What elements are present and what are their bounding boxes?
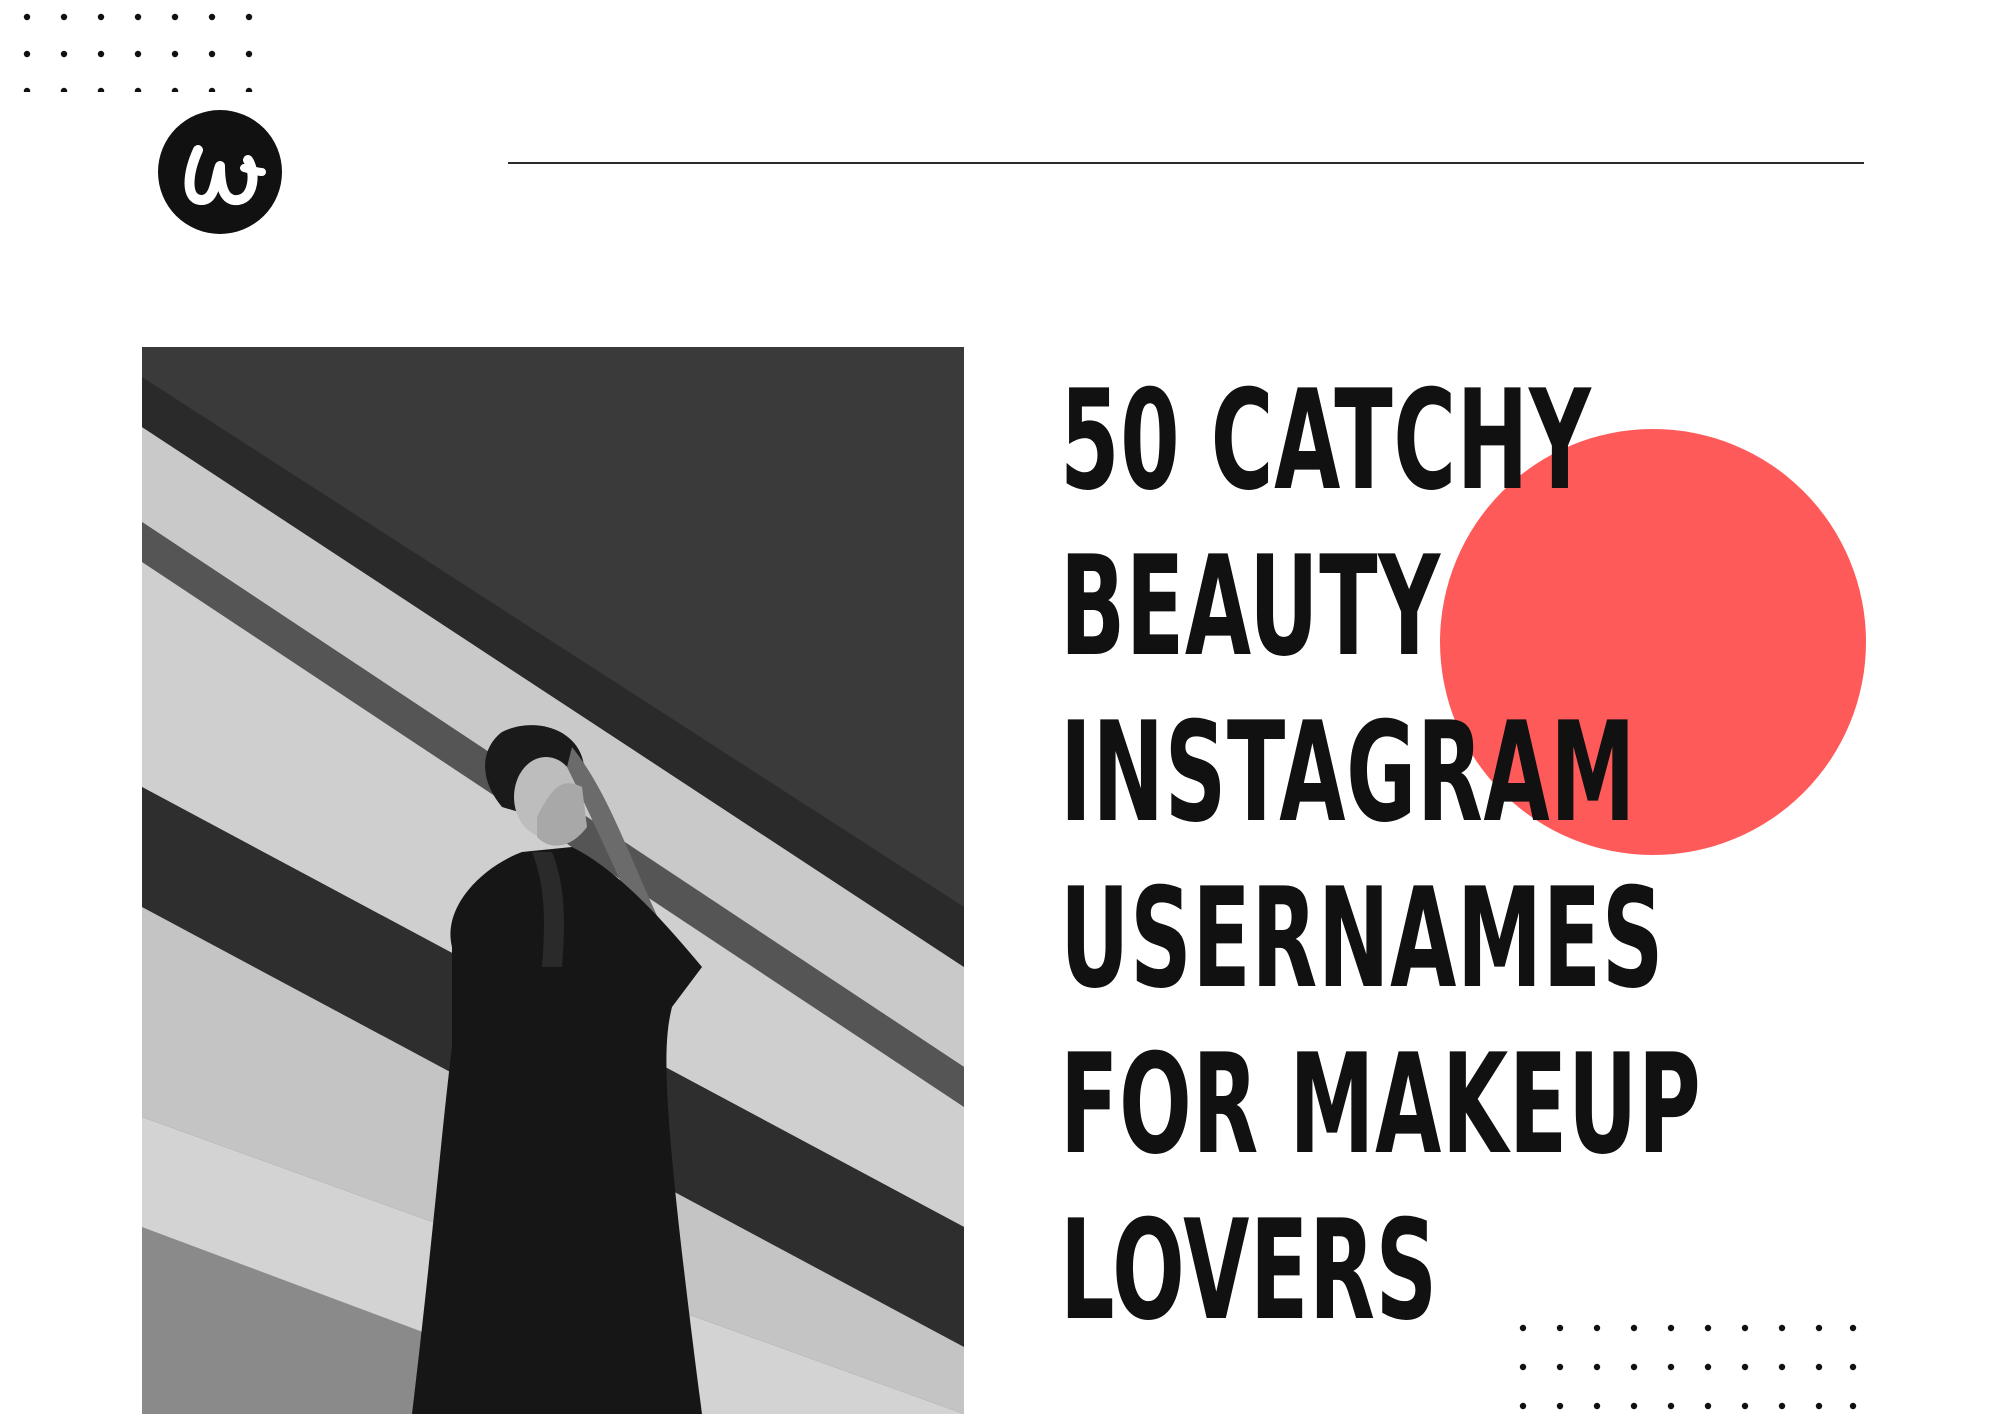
headline-line: USERNAMES (1060, 858, 1665, 1019)
headline-line: 50 CATCHY (1060, 360, 1592, 521)
header-divider-line (508, 162, 1864, 164)
headline-line: BEAUTY (1060, 526, 1441, 687)
w-script-logo-icon[interactable] (158, 110, 282, 234)
dot-grid-decoration-top-left (23, 13, 253, 92)
dot-grid-decoration-bottom-right (1519, 1324, 1857, 1410)
headline-line: FOR MAKEUP (1060, 1024, 1702, 1185)
headline-title: 50 CATCHY BEAUTY INSTAGRAM USERNAMES FOR… (1060, 358, 1702, 1354)
headline-line: INSTAGRAM (1060, 692, 1637, 853)
woman-black-and-white-photo (142, 347, 964, 1414)
